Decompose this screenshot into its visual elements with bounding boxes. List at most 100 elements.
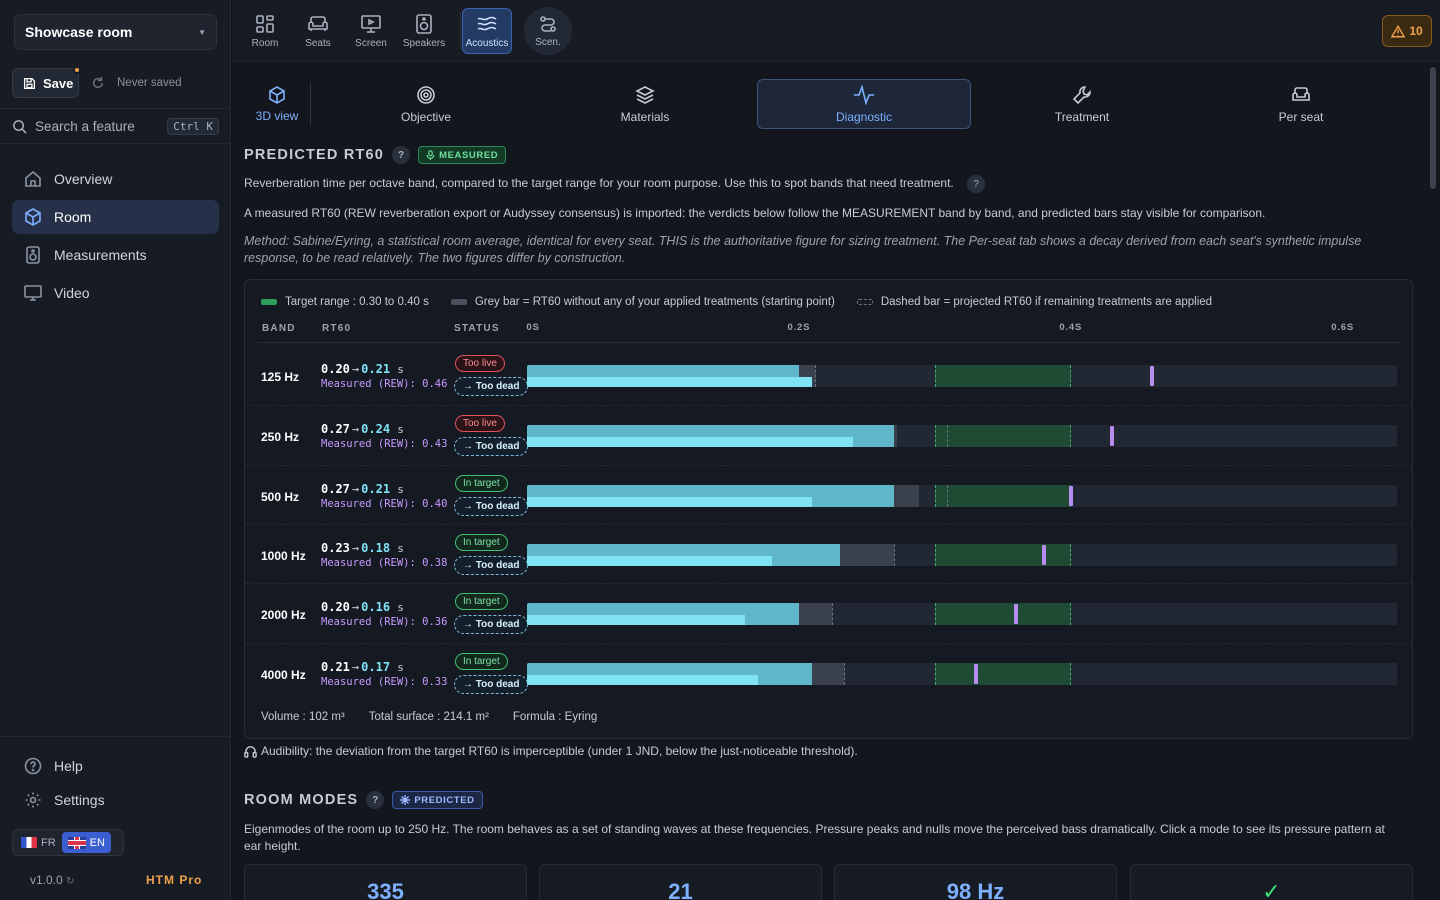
rt60-measured: Measured (REW): 0.33 s	[321, 675, 461, 688]
search-feature[interactable]: Search a feature Ctrl K	[0, 108, 231, 144]
tab-label: Materials	[620, 109, 670, 124]
headphones-icon	[244, 745, 257, 758]
chevron-down-icon: ▼	[198, 27, 206, 37]
sidebar-item-label: Overview	[54, 171, 113, 187]
lang-fr-button[interactable]: FR	[15, 832, 62, 853]
room-surface: Total surface : 214.1 m²	[368, 711, 489, 723]
projected-bar	[897, 425, 949, 448]
tab-objective[interactable]: Objective	[320, 79, 532, 129]
save-button[interactable]: Save	[12, 66, 81, 98]
measured-marker	[973, 663, 978, 684]
tool-label: Room	[251, 37, 279, 49]
tool-room[interactable]: Room	[240, 8, 290, 54]
modes-stats: 335 21 98 Hz ✓	[244, 864, 1413, 900]
modes-title-row: ROOM MODES ? PREDICTED	[244, 791, 483, 809]
help-icon	[24, 757, 42, 775]
target-range-zone	[934, 425, 1071, 448]
help-icon[interactable]: ?	[366, 791, 385, 809]
tool-speakers[interactable]: Speakers	[399, 8, 449, 54]
projected-status-badge: → Too dead	[454, 437, 529, 457]
settings-link[interactable]: Settings	[24, 791, 105, 809]
rt60-before: 0.23	[321, 540, 350, 555]
help-icon[interactable]: ?	[392, 146, 411, 164]
tab-treatment[interactable]: Treatment	[975, 79, 1189, 129]
help-label: Help	[54, 758, 83, 774]
sidebar-item-measurements[interactable]: Measurements	[12, 238, 219, 272]
main-scrollbar[interactable]	[1426, 63, 1440, 900]
sidebar-item-label: Video	[54, 285, 90, 301]
rt60-description: Reverberation time per octave band, comp…	[244, 175, 1404, 193]
rt60-after: 0.18	[361, 540, 391, 555]
rt60-values: 0.20 → 0.21 s	[321, 362, 404, 376]
rt60-formula: Formula : Eyring	[512, 711, 598, 723]
lang-fr-label: FR	[41, 836, 56, 849]
warnings-badge[interactable]: 10	[1382, 15, 1432, 47]
sidebar-item-overview[interactable]: Overview	[12, 162, 219, 196]
axis-tick-label: 0S	[526, 322, 540, 333]
warning-icon	[1391, 24, 1406, 37]
status-badge: In target	[455, 593, 508, 611]
revert-button[interactable]	[83, 68, 113, 98]
app-version: v1.0.0 ↻	[30, 873, 75, 887]
measured-marker	[1041, 544, 1046, 565]
lang-en-button[interactable]: EN	[61, 832, 111, 853]
gear-icon	[25, 792, 41, 808]
save-label: Save	[43, 75, 74, 91]
projected-bar	[831, 603, 833, 626]
rt60-row: 500 Hz 0.27 → 0.21 s Measured (REW): 0.40 s I…	[245, 464, 1412, 524]
status-badge: In target	[455, 652, 508, 670]
cube-icon	[25, 208, 41, 226]
view-3d-label: 3D view	[255, 108, 299, 123]
main-content: 3D view Objective Materials Diagnostic T…	[232, 63, 1426, 900]
tool-seats[interactable]: Seats	[293, 8, 343, 54]
section-title: PREDICTED RT60	[244, 147, 385, 163]
rt60-before: 0.20	[321, 362, 350, 376]
tab-materials[interactable]: Materials	[539, 79, 751, 129]
sidebar-bottom-divider	[0, 736, 231, 737]
rt60-values: 0.20 → 0.16 s	[321, 600, 404, 614]
rt60-bar-track	[527, 543, 1397, 566]
legend-swatch	[856, 299, 873, 305]
room-summary: Volume : 102 m³ Total surface : 214.1 m²…	[261, 711, 597, 723]
help-icon[interactable]: ?	[967, 175, 986, 193]
rt60-values: 0.21 → 0.17 s	[321, 660, 404, 674]
waves-icon	[477, 16, 497, 30]
axis-tick-label: 0.4S	[1059, 322, 1083, 333]
tab-per-seat[interactable]: Per seat	[1194, 79, 1408, 129]
view-3d-button[interactable]: 3D view	[244, 79, 310, 129]
axis-tick-label: 0.2S	[787, 322, 811, 333]
tool-screen[interactable]: Screen	[346, 8, 396, 54]
scrollbar-thumb[interactable]	[1430, 67, 1436, 189]
room-selector[interactable]: Showcase room ▼	[14, 14, 217, 50]
rt60-unit: s	[397, 363, 404, 376]
rt60-values: 0.27 → 0.21 s	[321, 482, 404, 496]
sparkle-icon	[400, 795, 411, 805]
predicted-after-bar	[527, 496, 813, 507]
stat-card-check: ✓	[1130, 864, 1413, 900]
tab-diagnostic[interactable]: Diagnostic	[757, 79, 971, 129]
armchair-icon	[1292, 86, 1310, 101]
stat-card: 98 Hz	[834, 864, 1117, 900]
section-title: ROOM MODES	[244, 792, 359, 808]
target-range-zone	[934, 543, 1071, 566]
rt60-before: 0.20	[321, 600, 350, 615]
sidebar-item-room[interactable]: Room	[12, 200, 219, 234]
tool-scenarios[interactable]: Scen.	[524, 7, 572, 55]
arrow-icon: →	[351, 362, 360, 376]
help-link[interactable]: Help	[24, 757, 83, 775]
projected-status-badge: → Too dead	[454, 377, 529, 396]
rt60-before: 0.27	[321, 422, 350, 437]
tab-label: Objective	[400, 109, 452, 124]
tool-acoustics[interactable]: Acoustics	[462, 8, 512, 54]
rt60-bar-track	[527, 603, 1397, 626]
chart-legend: Target range : 0.30 to 0.40 s Grey bar =…	[261, 296, 1212, 308]
rt60-unit: s	[397, 423, 404, 437]
language-switcher: FR EN	[12, 829, 124, 856]
sidebar-item-video[interactable]: Video	[12, 276, 219, 310]
rt60-unit: s	[397, 482, 404, 496]
target-icon	[417, 85, 435, 104]
band-label: 1000 Hz	[261, 548, 306, 563]
search-shortcut: Ctrl K	[167, 117, 219, 135]
mic-icon	[426, 150, 435, 160]
rt60-bar-track	[527, 425, 1397, 448]
